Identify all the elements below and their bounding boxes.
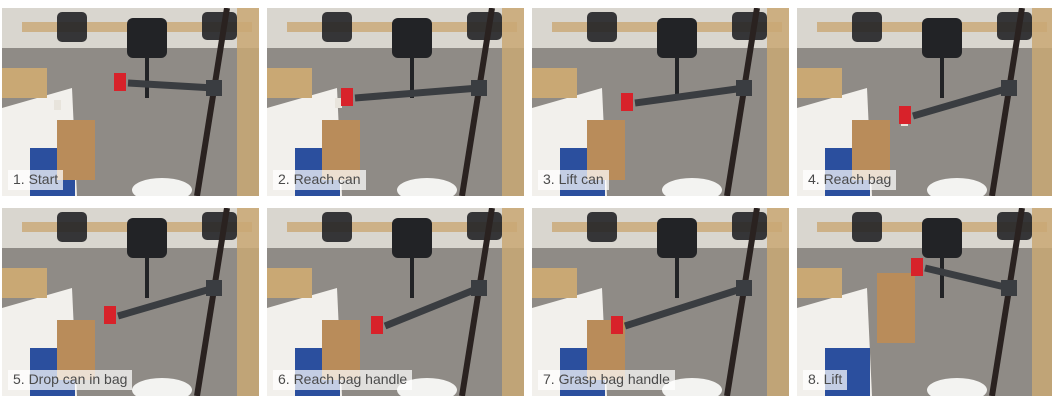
arm-joint bbox=[736, 280, 752, 296]
soda-can bbox=[335, 98, 342, 108]
soda-can bbox=[54, 100, 61, 110]
paper-bag bbox=[877, 273, 915, 343]
wooden-post bbox=[502, 208, 524, 396]
cardboard-box bbox=[532, 68, 577, 98]
arm-joint bbox=[1001, 80, 1017, 96]
panel-4: 4. Reach bag bbox=[797, 8, 1052, 196]
panel-caption: 4. Reach bag bbox=[803, 170, 897, 190]
panel-caption: 3. Lift can bbox=[538, 170, 609, 190]
panel-8: 8. Lift bbox=[797, 208, 1052, 396]
office-chair bbox=[997, 212, 1032, 240]
robot-photo-6 bbox=[267, 208, 524, 396]
arm-joint bbox=[736, 80, 752, 96]
office-chair bbox=[587, 212, 617, 242]
wooden-post bbox=[1032, 8, 1052, 196]
red-gripper bbox=[114, 73, 126, 91]
panel-caption: 6. Reach bag handle bbox=[273, 370, 413, 390]
wooden-post bbox=[502, 8, 524, 196]
red-gripper bbox=[611, 316, 623, 334]
wooden-post bbox=[767, 208, 789, 396]
red-gripper bbox=[899, 106, 911, 124]
office-chair bbox=[922, 218, 962, 258]
panel-caption: 7. Grasp bag handle bbox=[538, 370, 675, 390]
red-gripper bbox=[621, 93, 633, 111]
office-chair bbox=[852, 212, 882, 242]
office-chair bbox=[732, 212, 767, 240]
wooden-post bbox=[237, 8, 259, 196]
cardboard-box bbox=[797, 68, 842, 98]
office-chair bbox=[657, 18, 697, 58]
panel-5: 5. Drop can in bag bbox=[2, 208, 259, 396]
cardboard-box bbox=[267, 68, 312, 98]
wooden-post bbox=[237, 208, 259, 396]
office-chair bbox=[127, 18, 167, 58]
panel-2: 2. Reach can bbox=[267, 8, 524, 196]
office-chair bbox=[852, 12, 882, 42]
office-chair bbox=[392, 18, 432, 58]
panel-caption: 5. Drop can in bag bbox=[8, 370, 133, 390]
wooden-post bbox=[767, 8, 789, 196]
office-chair bbox=[587, 12, 617, 42]
arm-joint bbox=[471, 80, 487, 96]
wooden-post bbox=[1032, 208, 1052, 396]
cardboard-box bbox=[797, 268, 842, 298]
arm-joint bbox=[471, 280, 487, 296]
office-chair bbox=[57, 12, 87, 42]
red-gripper bbox=[341, 88, 353, 106]
panel-7: 7. Grasp bag handle bbox=[532, 208, 789, 396]
red-gripper bbox=[371, 316, 383, 334]
photo-grid: 1. Start 2. Reach can 3. Lift can 4. Rea… bbox=[2, 8, 1052, 396]
panel-caption: 1. Start bbox=[8, 170, 64, 190]
office-chair bbox=[467, 212, 502, 240]
office-chair bbox=[922, 18, 962, 58]
panel-6: 6. Reach bag handle bbox=[267, 208, 524, 396]
red-gripper bbox=[104, 306, 116, 324]
robot-photo-2 bbox=[267, 8, 524, 196]
cardboard-box bbox=[267, 268, 312, 298]
red-gripper bbox=[911, 258, 923, 276]
office-chair bbox=[732, 12, 767, 40]
panel-1: 1. Start bbox=[2, 8, 259, 196]
office-chair bbox=[127, 218, 167, 258]
arm-joint bbox=[1001, 280, 1017, 296]
robot-photo-8 bbox=[797, 208, 1052, 396]
office-chair bbox=[322, 12, 352, 42]
arm-joint bbox=[206, 80, 222, 96]
robot-photo-4 bbox=[797, 8, 1052, 196]
office-chair bbox=[57, 212, 87, 242]
panel-3: 3. Lift can bbox=[532, 8, 789, 196]
robot-photo-5 bbox=[2, 208, 259, 396]
panel-caption: 8. Lift bbox=[803, 370, 848, 390]
robot-arm bbox=[127, 79, 215, 92]
cardboard-box bbox=[2, 268, 47, 298]
office-chair bbox=[392, 218, 432, 258]
robot-photo-3 bbox=[532, 8, 789, 196]
office-chair bbox=[997, 12, 1032, 40]
office-chair bbox=[657, 218, 697, 258]
arm-joint bbox=[206, 280, 222, 296]
office-chair bbox=[322, 212, 352, 242]
robot-photo-1 bbox=[2, 8, 259, 196]
office-chair bbox=[202, 12, 237, 40]
panel-caption: 2. Reach can bbox=[273, 170, 366, 190]
office-chair bbox=[467, 12, 502, 40]
cardboard-box bbox=[532, 268, 577, 298]
office-chair bbox=[202, 212, 237, 240]
robot-photo-7 bbox=[532, 208, 789, 396]
cardboard-box bbox=[2, 68, 47, 98]
